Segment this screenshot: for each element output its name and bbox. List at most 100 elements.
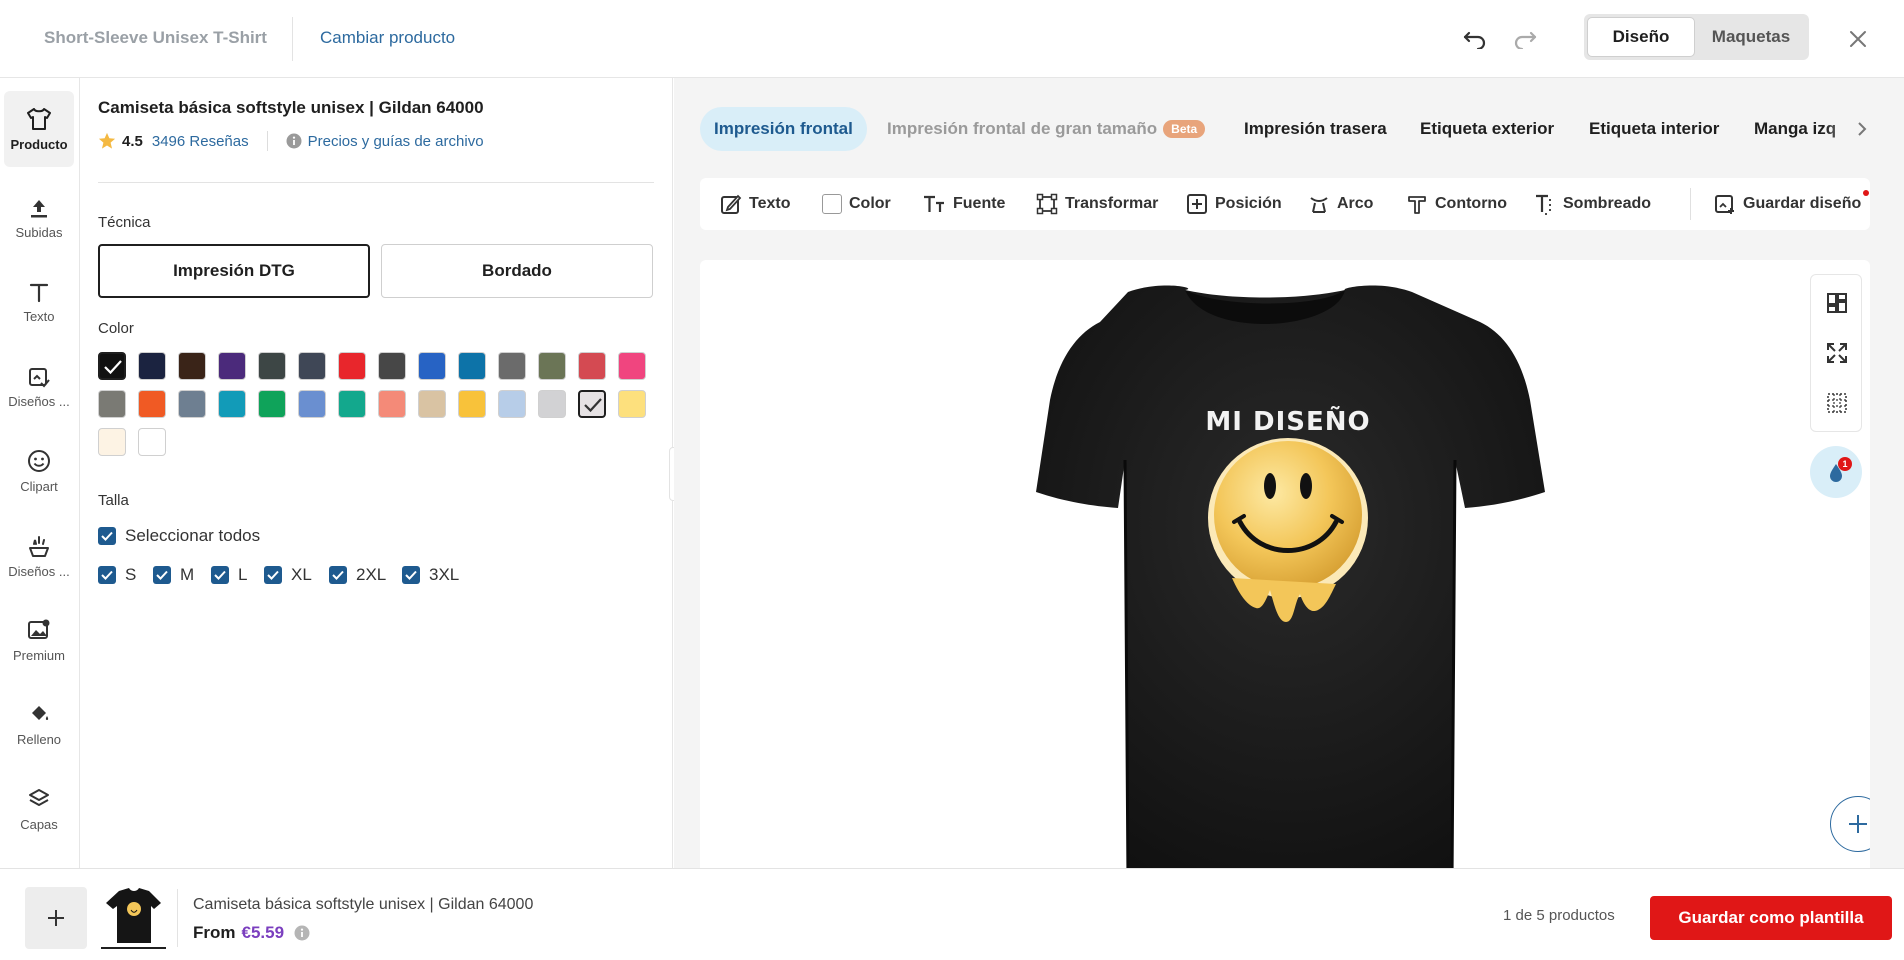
rail-item-disenos-ia[interactable]: Diseños ... [4,518,74,594]
design-mode-button[interactable]: Diseño [1587,17,1695,57]
tool-arc[interactable]: Arco [1308,178,1373,230]
bottom-bar: Camiseta básica softstyle unisex | Gilda… [0,868,1904,960]
color-swatch[interactable] [578,352,606,380]
color-swatch[interactable] [618,390,646,418]
tool-outline[interactable]: Contorno [1406,178,1507,230]
rail-item-texto[interactable]: Texto [4,264,74,340]
color-swatch[interactable] [498,352,526,380]
rail-label: Capas [20,816,58,832]
tool-shadow[interactable]: Sombreado [1534,178,1651,230]
mockups-mode-button[interactable]: Maquetas [1696,17,1806,57]
color-swatch[interactable] [298,390,326,418]
size-checkbox[interactable] [264,566,282,584]
color-swatch[interactable] [98,352,126,380]
rail-item-premium[interactable]: Premium [4,602,74,678]
info-icon[interactable] [294,925,310,941]
font-icon [924,195,944,212]
chevron-right-icon[interactable] [1850,116,1874,142]
select-all-checkbox[interactable] [98,527,116,545]
size-checkbox[interactable] [98,566,116,584]
tab-outside-label[interactable]: Etiqueta exterior [1420,107,1554,151]
product-thumbnail[interactable] [101,885,166,949]
tool-label: Guardar diseño [1743,195,1862,212]
tab-front-print[interactable]: Impresión frontal [700,107,867,151]
tool-color[interactable]: Color [822,178,891,230]
color-swatch[interactable] [418,352,446,380]
design-text[interactable]: MI DISEÑO [1205,405,1370,437]
expand-icon[interactable] [1823,339,1851,367]
size-label: L [238,565,248,584]
technique-dtg-button[interactable]: Impresión DTG [98,244,370,298]
rail-item-subidas[interactable]: Subidas [4,180,74,256]
layers-icon [29,788,49,806]
color-swatch[interactable] [498,390,526,418]
reviews-link[interactable]: 3496 Reseñas [152,133,249,150]
rating-row: 4.5 3496 Reseñas Precios y guías de arch… [98,130,484,152]
rating-value: 4.5 [122,132,143,150]
tool-transform[interactable]: Transformar [1036,178,1158,230]
color-swatch[interactable] [98,390,126,418]
color-swatch[interactable] [338,352,366,380]
rail-item-disenos[interactable]: Diseños ... [4,349,74,425]
tool-font[interactable]: Fuente [922,178,1005,230]
text-icon [29,283,49,302]
color-swatch[interactable] [458,352,486,380]
rail-item-relleno[interactable]: Relleno [4,686,74,762]
color-swatch[interactable] [458,390,486,418]
color-swatch[interactable] [178,390,206,418]
color-swatch[interactable] [258,390,286,418]
color-swatch[interactable] [378,390,406,418]
rail-item-capas[interactable]: Capas [4,771,74,847]
color-swatch[interactable] [178,352,206,380]
outline-icon [1408,196,1426,214]
tshirt-mockup[interactable]: MI DISEÑO [700,260,1870,880]
tool-label: Transformar [1065,195,1159,212]
tool-save-design[interactable]: Guardar diseño [1714,178,1870,230]
color-swatch[interactable] [338,390,366,418]
star-icon [98,132,116,149]
tab-back-print[interactable]: Impresión trasera [1244,107,1387,151]
tab-inside-label[interactable]: Etiqueta interior [1589,107,1719,151]
color-swatch[interactable] [258,352,286,380]
pricing-guides-link[interactable]: Precios y guías de archivo [308,133,484,150]
color-swatch[interactable] [138,352,166,380]
undo-icon[interactable] [1459,24,1491,54]
color-swatch[interactable] [378,352,406,380]
size-checkbox[interactable] [402,566,420,584]
plus-icon [1849,815,1867,833]
paint-bucket-icon [32,705,49,720]
color-swatch[interactable] [298,352,326,380]
rail-item-clipart[interactable]: Clipart [4,433,74,509]
color-swatch[interactable] [218,390,246,418]
size-checkbox[interactable] [211,566,229,584]
color-swatch[interactable] [538,352,566,380]
color-swatch[interactable] [98,428,126,456]
color-swatch[interactable] [538,390,566,418]
shadow-icon [1536,194,1551,215]
tool-label: Contorno [1435,195,1507,212]
select-all-label: Seleccionar todos [125,526,261,545]
size-checkbox[interactable] [153,566,171,584]
technique-embroidery-button[interactable]: Bordado [381,244,653,298]
size-checkbox[interactable] [329,566,347,584]
color-swatch[interactable] [418,390,446,418]
change-product-link[interactable]: Cambiar producto [320,28,455,48]
grid-layout-icon[interactable] [1823,289,1851,317]
tab-large-front-print[interactable]: Impresión frontal de gran tamaño Beta [887,107,1206,151]
save-template-button[interactable]: Guardar como plantilla [1650,896,1892,940]
rail-item-producto[interactable]: Producto [4,91,74,167]
color-swatch[interactable] [138,390,166,418]
dotted-grid-icon[interactable] [1823,389,1851,417]
tool-label: Texto [749,195,791,212]
color-swatch[interactable] [218,352,246,380]
color-swatch[interactable] [618,352,646,380]
tool-position[interactable]: Posición [1186,178,1282,230]
rail-label: Texto [23,308,55,324]
add-product-button[interactable] [25,887,87,949]
ai-helper-button[interactable]: 1 [1810,446,1862,498]
tool-text[interactable]: Texto [720,178,790,230]
color-swatch[interactable] [138,428,166,456]
redo-icon[interactable] [1509,24,1541,54]
close-icon[interactable] [1843,24,1873,54]
color-swatch[interactable] [578,390,606,418]
